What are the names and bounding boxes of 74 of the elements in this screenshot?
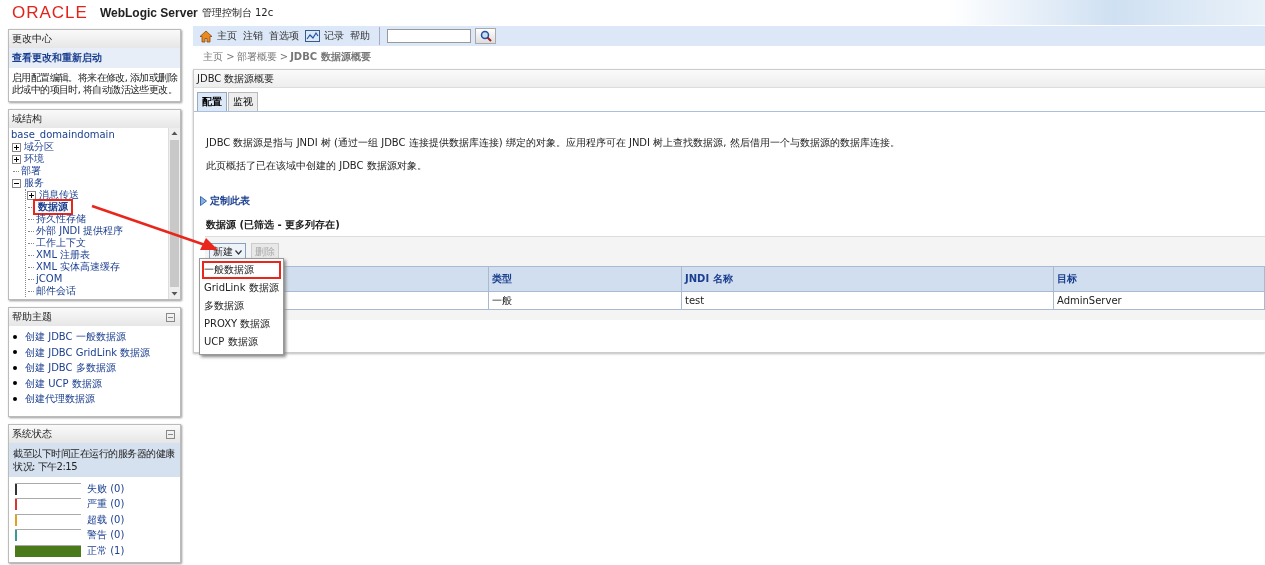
panel-text: 启用配置编辑。将来在修改, 添加或删除此域中的项目时, 将自动激活这些更改。 [12, 72, 177, 95]
expand-icon[interactable] [12, 154, 21, 164]
breadcrumb-link[interactable]: 主页 > [203, 50, 235, 64]
tree-item[interactable]: XML 实体高速缓存 [35, 261, 122, 273]
scrollbar[interactable] [168, 128, 180, 299]
tree-item[interactable]: 消息传送 [38, 189, 80, 201]
column-header[interactable]: JNDI 名称 [681, 266, 1054, 292]
bullet-icon [13, 381, 17, 386]
expand-icon[interactable] [27, 190, 36, 200]
toolbar-link[interactable]: 帮助 [350, 29, 370, 43]
description-text: 此页概括了已在该域中创建的 JDBC 数据源对象。 [206, 159, 428, 172]
tab[interactable]: 监视 [228, 92, 258, 111]
help-link[interactable]: 创建 JDBC 一般数据源 [25, 329, 126, 345]
help-link[interactable]: 创建 JDBC GridLink 数据源 [25, 344, 151, 360]
status-link[interactable]: 超载 (0) [87, 512, 125, 527]
product-name: WebLogic Server [99, 5, 198, 20]
table-title: 数据源 (已筛选 - 更多列存在) [206, 219, 340, 230]
column-header[interactable]: 类型 [488, 266, 682, 292]
tree-item[interactable]: 工作上下文 [35, 237, 87, 249]
tree-item[interactable]: XML 注册表 [35, 249, 92, 261]
status-link[interactable]: 严重 (0) [87, 497, 125, 512]
tree-item[interactable]: 持久性存储 [35, 213, 87, 225]
bullet-icon [13, 334, 17, 339]
tree-item[interactable]: 服务 [23, 177, 45, 189]
status-link[interactable]: 警告 (0) [87, 528, 125, 543]
collapse-icon[interactable] [12, 178, 21, 188]
home-icon[interactable] [199, 29, 213, 43]
panel-title: 域结构 [12, 112, 42, 126]
panel-title: 更改中心 [12, 32, 52, 46]
search-button[interactable] [475, 28, 496, 44]
minimize-icon[interactable] [166, 429, 175, 439]
status-summary: 截至以下时间正在运行的服务器的健康状况: 下午2:15 [13, 448, 175, 472]
toolbar-link[interactable]: 注销 [243, 29, 263, 43]
help-link[interactable]: 创建代理数据源 [25, 391, 95, 407]
tree-item[interactable]: 数据源 [35, 201, 71, 213]
menu-item[interactable]: 多数据源 [200, 297, 283, 315]
tree-item[interactable]: jCOM [35, 273, 64, 285]
bullet-icon [13, 396, 17, 401]
tab[interactable]: 配置 [197, 92, 227, 111]
tree-item[interactable]: 外部 JNDI 提供程序 [35, 225, 125, 237]
toolbar-link[interactable]: 首选项 [269, 29, 299, 43]
tree-item[interactable]: 环境 [23, 153, 45, 165]
caret-icon [235, 249, 242, 255]
logo: ORACLE [12, 2, 88, 23]
description-text: JDBC 数据源是指与 JNDI 树 (通过一组 JDBC 连接提供数据库连接) 绑定的对象。应用程序可在 JNDI 树上查找数据源, 然后借用一个与数据源的数据库连接。 [206, 136, 901, 149]
help-link[interactable]: 创建 UCP 数据源 [25, 375, 102, 391]
menu-item[interactable]: 一般数据源 [202, 261, 281, 279]
tree-item[interactable]: 域分区 [23, 141, 55, 153]
menu-item[interactable]: UCP 数据源 [200, 333, 283, 351]
column-header[interactable]: 目标 [1053, 266, 1265, 292]
expand-arrow-icon[interactable] [200, 196, 207, 206]
toolbar-link[interactable]: 主页 [217, 29, 237, 43]
search-field[interactable] [387, 29, 471, 43]
menu-item[interactable]: GridLink 数据源 [200, 279, 283, 297]
minimize-icon[interactable] [166, 312, 175, 322]
help-link[interactable]: 创建 JDBC 多数据源 [25, 360, 116, 376]
menu-item[interactable]: PROXY 数据源 [200, 315, 283, 333]
tree-item[interactable]: 邮件会话 [35, 285, 77, 297]
search-icon [479, 30, 492, 42]
domain-link[interactable]: base_domaindomain [11, 129, 115, 140]
status-link[interactable]: 失败 (0) [87, 481, 125, 496]
panel-title: 系统状态 [12, 427, 52, 441]
console-title: 管理控制台 12c [201, 5, 274, 20]
bullet-icon [13, 365, 17, 370]
tree-item[interactable]: 部署 [20, 165, 42, 177]
panel-title: 帮助主题 [12, 310, 52, 324]
customize-table-link[interactable]: 定制此表 [210, 194, 250, 208]
bullet-icon [13, 350, 17, 355]
toolbar-link[interactable]: 记录 [324, 29, 344, 43]
expand-icon[interactable] [12, 142, 21, 152]
chart-icon[interactable] [305, 30, 320, 42]
page-title: JDBC 数据源概要 [197, 71, 275, 86]
status-link[interactable]: 正常 (1) [87, 543, 125, 558]
scroll-down-icon[interactable] [170, 289, 179, 298]
